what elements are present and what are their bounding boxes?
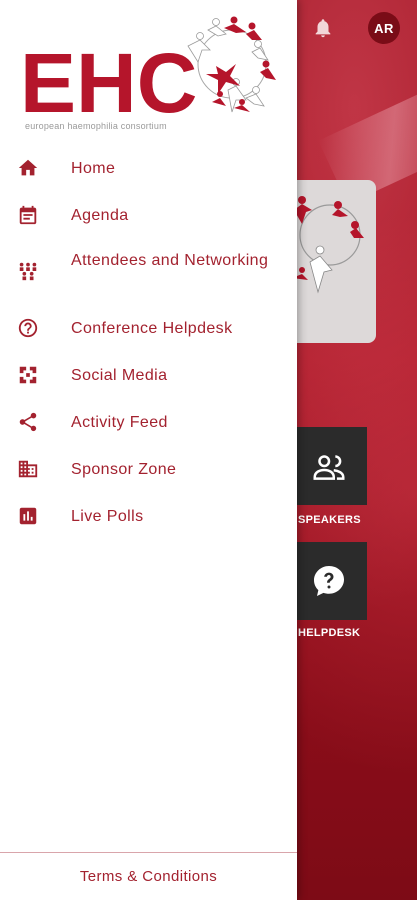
helpdesk-tile-label: HELPDESK [298, 627, 361, 639]
avatar[interactable]: AR [368, 12, 400, 44]
social-icon [17, 364, 39, 386]
logo-subtitle: european haemophilia consortium [25, 121, 167, 131]
navigation-drawer: EHC european haemophilia consortium Home… [0, 0, 297, 900]
menu-item-label: Agenda [71, 207, 129, 224]
menu-item-label: Activity Feed [71, 414, 168, 431]
menu-item-label: Attendees and Networking [71, 252, 269, 269]
poll-icon [17, 505, 39, 527]
terms-link[interactable]: Terms & Conditions [0, 868, 297, 885]
help-circle-icon [17, 317, 39, 339]
footer-divider [0, 852, 297, 853]
question-bubble-icon [313, 566, 344, 596]
svg-text:EHC: EHC [20, 36, 197, 130]
menu-item-label: Social Media [71, 367, 168, 384]
menu-item-label: Live Polls [71, 508, 144, 525]
menu-item-label: Sponsor Zone [71, 461, 177, 478]
building-icon [17, 458, 39, 480]
calendar-icon [17, 204, 39, 226]
attendees-icon [17, 260, 39, 282]
ehc-logo: EHC [20, 16, 276, 130]
speakers-tile-label: SPEAKERS [298, 514, 361, 526]
people-icon [312, 455, 345, 480]
share-icon [17, 411, 39, 433]
menu-item-label: Home [71, 160, 116, 177]
menu-item-label: Conference Helpdesk [71, 320, 233, 337]
bell-icon[interactable] [312, 17, 334, 39]
home-icon [17, 157, 39, 179]
